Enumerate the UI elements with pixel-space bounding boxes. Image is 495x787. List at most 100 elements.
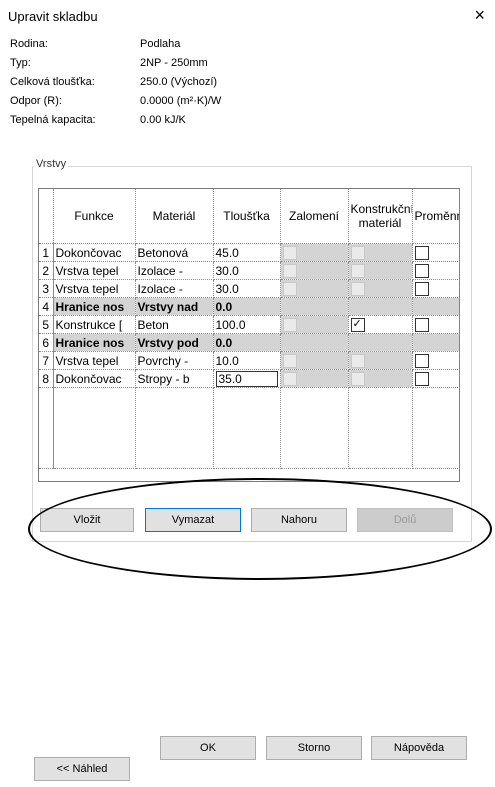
close-icon[interactable]: ×: [474, 6, 485, 24]
up-button[interactable]: Nahoru: [251, 508, 347, 532]
row-number: 1: [39, 243, 54, 262]
header-material[interactable]: Materiál: [135, 189, 214, 244]
cell-funkce[interactable]: Dokončovac: [53, 243, 136, 262]
info-value-typ: 2NP - 250mm: [140, 57, 208, 69]
info-label-total-thickness: Celková tloušťka:: [10, 76, 95, 88]
cell-zalomeni: [280, 297, 349, 316]
header-zalomeni[interactable]: Zalomení: [280, 189, 349, 244]
zalomeni-checkbox: [282, 353, 297, 368]
header-funkce[interactable]: Funkce: [53, 189, 136, 244]
down-button: Dolů: [357, 508, 453, 532]
cell-tloustka[interactable]: 30.0: [213, 261, 281, 280]
table-row[interactable]: 4 Hranice nos Vrstvy nad 0.0: [39, 297, 460, 316]
cell-funkce[interactable]: Dokončovac: [53, 369, 136, 388]
cell-promenna[interactable]: [412, 315, 460, 334]
table-row-empty: [39, 387, 460, 469]
row-number: 5: [39, 315, 54, 334]
table-row[interactable]: 3 Vrstva tepel Izolace - 30.0: [39, 279, 460, 298]
preview-button[interactable]: << Náhled: [34, 757, 130, 781]
cell-tloustka[interactable]: 10.0: [213, 351, 281, 370]
cell-tloustka-editing[interactable]: 35.0: [213, 369, 281, 388]
table-row[interactable]: 2 Vrstva tepel Izolace - 30.0: [39, 261, 460, 280]
delete-button[interactable]: Vymazat: [145, 508, 241, 532]
cell-funkce[interactable]: Vrstva tepel: [53, 279, 136, 298]
info-label-typ: Typ:: [10, 57, 31, 69]
cell-konstrukcni: [348, 351, 413, 370]
table-row[interactable]: 1 Dokončovac Betonová 45.0: [39, 243, 460, 262]
cell-tloustka[interactable]: 100.0: [213, 315, 281, 334]
cell-funkce[interactable]: Vrstva tepel: [53, 351, 136, 370]
cell-konstrukcni: [348, 333, 413, 352]
info-label-rodina: Rodina:: [10, 38, 48, 50]
cell-zalomeni: [280, 261, 349, 280]
cell-material[interactable]: Vrstvy nad: [135, 297, 214, 316]
cell-konstrukcni[interactable]: [348, 315, 413, 334]
promenna-checkbox[interactable]: [414, 245, 429, 260]
table-row[interactable]: 5 Konstrukce [ Beton 100.0: [39, 315, 460, 334]
cell-material[interactable]: Izolace -: [135, 261, 214, 280]
row-number: 3: [39, 279, 54, 298]
zalomeni-checkbox: [282, 281, 297, 296]
cell-empty: [135, 387, 214, 469]
promenna-checkbox[interactable]: [414, 353, 429, 368]
promenna-checkbox[interactable]: [414, 263, 429, 278]
cell-promenna[interactable]: [412, 279, 460, 298]
cell-material[interactable]: Vrstvy pod: [135, 333, 214, 352]
help-button[interactable]: Nápověda: [371, 736, 467, 760]
table-row[interactable]: 6 Hranice nos Vrstvy pod 0.0: [39, 333, 460, 352]
promenna-checkbox[interactable]: [414, 371, 429, 386]
cell-funkce[interactable]: Vrstva tepel: [53, 261, 136, 280]
cell-zalomeni: [280, 333, 349, 352]
konstrukcni-checkbox: [350, 263, 365, 278]
cancel-button[interactable]: Storno: [266, 736, 362, 760]
window-title: Upravit skladbu: [8, 9, 98, 24]
header-tloustka[interactable]: Tloušťka: [213, 189, 281, 244]
cell-tloustka[interactable]: 30.0: [213, 279, 281, 298]
konstrukcni-checkbox-checked[interactable]: [350, 317, 365, 332]
header-promenna[interactable]: Proměnná: [412, 189, 460, 244]
cell-promenna[interactable]: [412, 351, 460, 370]
konstrukcni-checkbox: [350, 353, 365, 368]
cell-zalomeni: [280, 243, 349, 262]
layers-table: Funkce Materiál Tloušťka Zalomení Konstr…: [38, 188, 460, 482]
row-number: 7: [39, 351, 54, 370]
zalomeni-checkbox: [282, 263, 297, 278]
cell-zalomeni: [280, 279, 349, 298]
cell-empty: [412, 387, 460, 469]
info-value-rodina: Podlaha: [140, 38, 181, 50]
cell-material[interactable]: Stropy - b: [135, 369, 214, 388]
promenna-checkbox[interactable]: [414, 281, 429, 296]
info-label-resistance: Odpor (R):: [10, 95, 62, 107]
konstrukcni-checkbox: [350, 281, 365, 296]
cell-promenna: [412, 297, 460, 316]
cell-material[interactable]: Betonová: [135, 243, 214, 262]
row-number: 6: [39, 333, 54, 352]
header-num: [39, 189, 54, 244]
table-row[interactable]: 7 Vrstva tepel Povrchy - 10.0: [39, 351, 460, 370]
cell-tloustka[interactable]: 0.0: [213, 297, 281, 316]
info-value-resistance: 0.0000 (m²·K)/W: [140, 95, 222, 107]
info-value-total-thickness: 250.0 (Výchozí): [140, 76, 218, 88]
promenna-checkbox[interactable]: [414, 317, 429, 332]
cell-funkce[interactable]: Hranice nos: [53, 333, 136, 352]
cell-zalomeni: [280, 351, 349, 370]
cell-tloustka[interactable]: 0.0: [213, 333, 281, 352]
tloustka-edit-box[interactable]: 35.0: [215, 370, 278, 387]
cell-tloustka[interactable]: 45.0: [213, 243, 281, 262]
cell-empty: [213, 387, 281, 469]
table-row-selected[interactable]: 8 Dokončovac Stropy - b 35.0: [39, 369, 460, 388]
ok-button[interactable]: OK: [160, 736, 256, 760]
cell-promenna[interactable]: [412, 369, 460, 388]
cell-material[interactable]: Povrchy -: [135, 351, 214, 370]
insert-button[interactable]: Vložit: [40, 508, 134, 532]
cell-material[interactable]: Izolace -: [135, 279, 214, 298]
cell-promenna[interactable]: [412, 261, 460, 280]
cell-promenna[interactable]: [412, 243, 460, 262]
cell-funkce[interactable]: Konstrukce [: [53, 315, 136, 334]
cell-funkce[interactable]: Hranice nos: [53, 297, 136, 316]
header-konstrukcni[interactable]: Konstrukční materiál: [348, 189, 413, 244]
cell-empty: [53, 387, 136, 469]
cell-material[interactable]: Beton: [135, 315, 214, 334]
info-label-thermal-capacity: Tepelná kapacita:: [10, 114, 96, 126]
row-number: [39, 387, 54, 469]
